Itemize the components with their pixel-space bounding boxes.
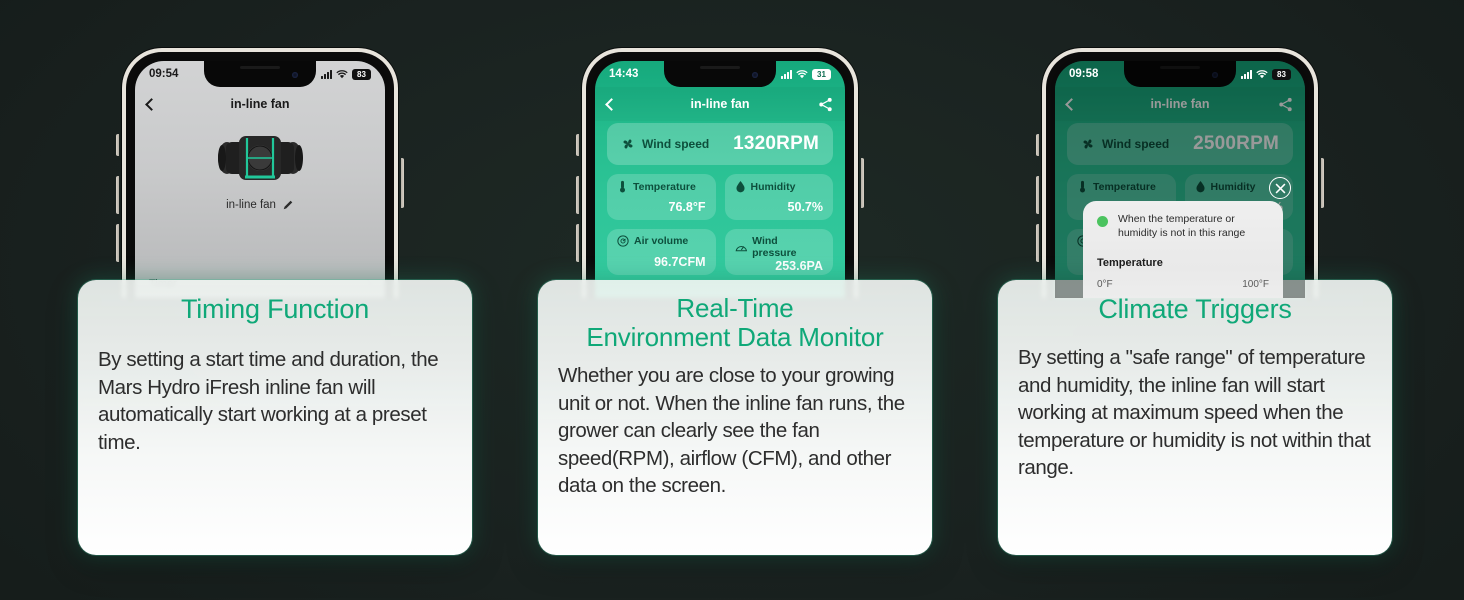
cellular-signal-icon: [781, 69, 792, 79]
phone-volume-down-button[interactable]: [576, 224, 579, 262]
device-name-label: in-line fan: [226, 199, 276, 211]
wifi-icon: [796, 69, 808, 79]
feature-title: Real-Time Environment Data Monitor: [586, 293, 884, 353]
app-title: in-line fan: [690, 97, 750, 111]
phone-mockup-monitor: 14:43 31 in-line fan Wind speed 1320RPM …: [576, 48, 864, 298]
fan-icon: [623, 139, 633, 149]
wifi-icon: [336, 69, 348, 79]
earpiece-speaker: [240, 66, 280, 69]
feature-title: Climate Triggers: [1098, 294, 1292, 324]
trigger-option-label: When the temperature or humidity is not …: [1118, 213, 1246, 239]
metric-card-wind-speed[interactable]: Wind speed 1320RPM: [607, 123, 833, 165]
earpiece-speaker: [700, 66, 740, 69]
temp-min-label: 0°F: [1097, 278, 1113, 290]
feature-card-climate: Climate Triggers By setting a "safe rang…: [998, 280, 1392, 555]
phone-volume-up-button[interactable]: [1036, 176, 1039, 214]
card-glow-1: [78, 552, 472, 600]
share-icon[interactable]: [818, 97, 833, 112]
phone-power-button[interactable]: [401, 158, 404, 208]
app-title: in-line fan: [230, 97, 290, 111]
metric-label: Air volume: [634, 235, 689, 247]
front-camera: [292, 72, 298, 78]
cellular-signal-icon: [321, 69, 332, 79]
status-time: 09:58: [1069, 68, 1099, 80]
phone-volume-up-button[interactable]: [116, 176, 119, 214]
metric-value: 96.7CFM: [654, 255, 706, 269]
feature-description: Whether you are close to your growing un…: [558, 364, 905, 498]
airflow-gauge-icon: [617, 235, 629, 247]
app-screen-climate: 09:58 83 in-line fan Wind speed 2500RPM …: [1055, 61, 1305, 298]
metric-card-humidity[interactable]: Humidity 50.7%: [724, 174, 833, 220]
front-camera: [752, 72, 758, 78]
wifi-icon: [1256, 69, 1268, 79]
app-nav-bar: in-line fan: [595, 87, 845, 121]
metric-card-wind-pressure[interactable]: Wind pressure 253.6PA: [724, 229, 833, 275]
status-time: 14:43: [609, 68, 639, 80]
feature-card-timing: Timing Function By setting a start time …: [78, 280, 472, 555]
card-glow-2: [538, 552, 932, 600]
battery-indicator: 83: [352, 68, 371, 80]
app-screen-monitor: 14:43 31 in-line fan Wind speed 1320RPM …: [595, 61, 845, 298]
climate-trigger-modal: When the temperature or humidity is not …: [1083, 201, 1283, 298]
metric-card-temperature[interactable]: Temperature 76.8°F: [607, 174, 716, 220]
feature-description: By setting a "safe range" of temperature…: [1018, 346, 1371, 480]
metric-value: 76.8°F: [668, 200, 706, 214]
status-bar: 09:58 83: [1055, 61, 1305, 87]
device-name-row[interactable]: in-line fan: [226, 199, 294, 211]
pressure-gauge-icon: [735, 246, 747, 252]
metric-label: Wind speed: [642, 137, 710, 151]
droplet-icon: [735, 181, 745, 193]
metric-card-air-volume[interactable]: Air volume 96.7CFM: [607, 229, 716, 275]
phone-volume-down-button[interactable]: [116, 224, 119, 262]
trigger-option-row[interactable]: When the temperature or humidity is not …: [1097, 213, 1269, 241]
temperature-range-labels: 0°F 100°F: [1097, 279, 1269, 290]
metrics-list: Wind speed 1320RPM Temperature 76.8°F Hu…: [595, 123, 845, 275]
status-time: 09:54: [149, 68, 179, 80]
app-nav-bar: in-line fan: [135, 87, 385, 121]
phone-mockup-timing: 09:54 83 in-line fan in-line fan: [116, 48, 404, 298]
phone-silent-switch[interactable]: [116, 134, 119, 156]
temp-max-label: 100°F: [1242, 278, 1269, 290]
promo-banner: 09:54 83 in-line fan in-line fan 14:43 3…: [0, 0, 1464, 600]
close-circle-icon[interactable]: [1269, 177, 1291, 199]
phone-power-button[interactable]: [861, 158, 864, 208]
metric-value: 50.7%: [787, 200, 823, 214]
battery-indicator: 83: [1272, 68, 1291, 80]
metric-value: 253.6PA: [775, 259, 823, 273]
radio-selected-icon[interactable]: [1097, 216, 1108, 227]
app-screen-timing: 09:54 83 in-line fan in-line fan: [135, 61, 385, 298]
phone-volume-up-button[interactable]: [576, 176, 579, 214]
section-title-temperature: Temperature: [1097, 256, 1163, 269]
phone-volume-down-button[interactable]: [1036, 224, 1039, 262]
metric-label: Wind pressure: [752, 235, 797, 259]
phone-power-button[interactable]: [1321, 158, 1324, 208]
card-glow-3: [998, 552, 1392, 600]
phone-silent-switch[interactable]: [1036, 134, 1039, 156]
cellular-signal-icon: [1241, 69, 1252, 79]
battery-indicator: 31: [812, 68, 831, 80]
device-preview: in-line fan: [135, 127, 385, 211]
phone-notch: [204, 61, 316, 87]
phone-silent-switch[interactable]: [576, 134, 579, 156]
metric-value: 1320RPM: [733, 133, 819, 154]
feature-card-monitor: Real-Time Environment Data Monitor Wheth…: [538, 280, 932, 555]
phone-notch: [664, 61, 776, 87]
metric-label: Humidity: [750, 180, 796, 193]
feature-title: Timing Function: [180, 294, 370, 324]
feature-description: By setting a start time and duration, th…: [98, 348, 439, 454]
pencil-edit-icon[interactable]: [282, 199, 294, 211]
phone-mockup-climate: 09:58 83 in-line fan Wind speed 2500RPM …: [1036, 48, 1324, 298]
thermometer-icon: [619, 180, 626, 193]
inline-fan-product-image: [218, 136, 303, 180]
metric-label: Temperature: [633, 180, 696, 193]
